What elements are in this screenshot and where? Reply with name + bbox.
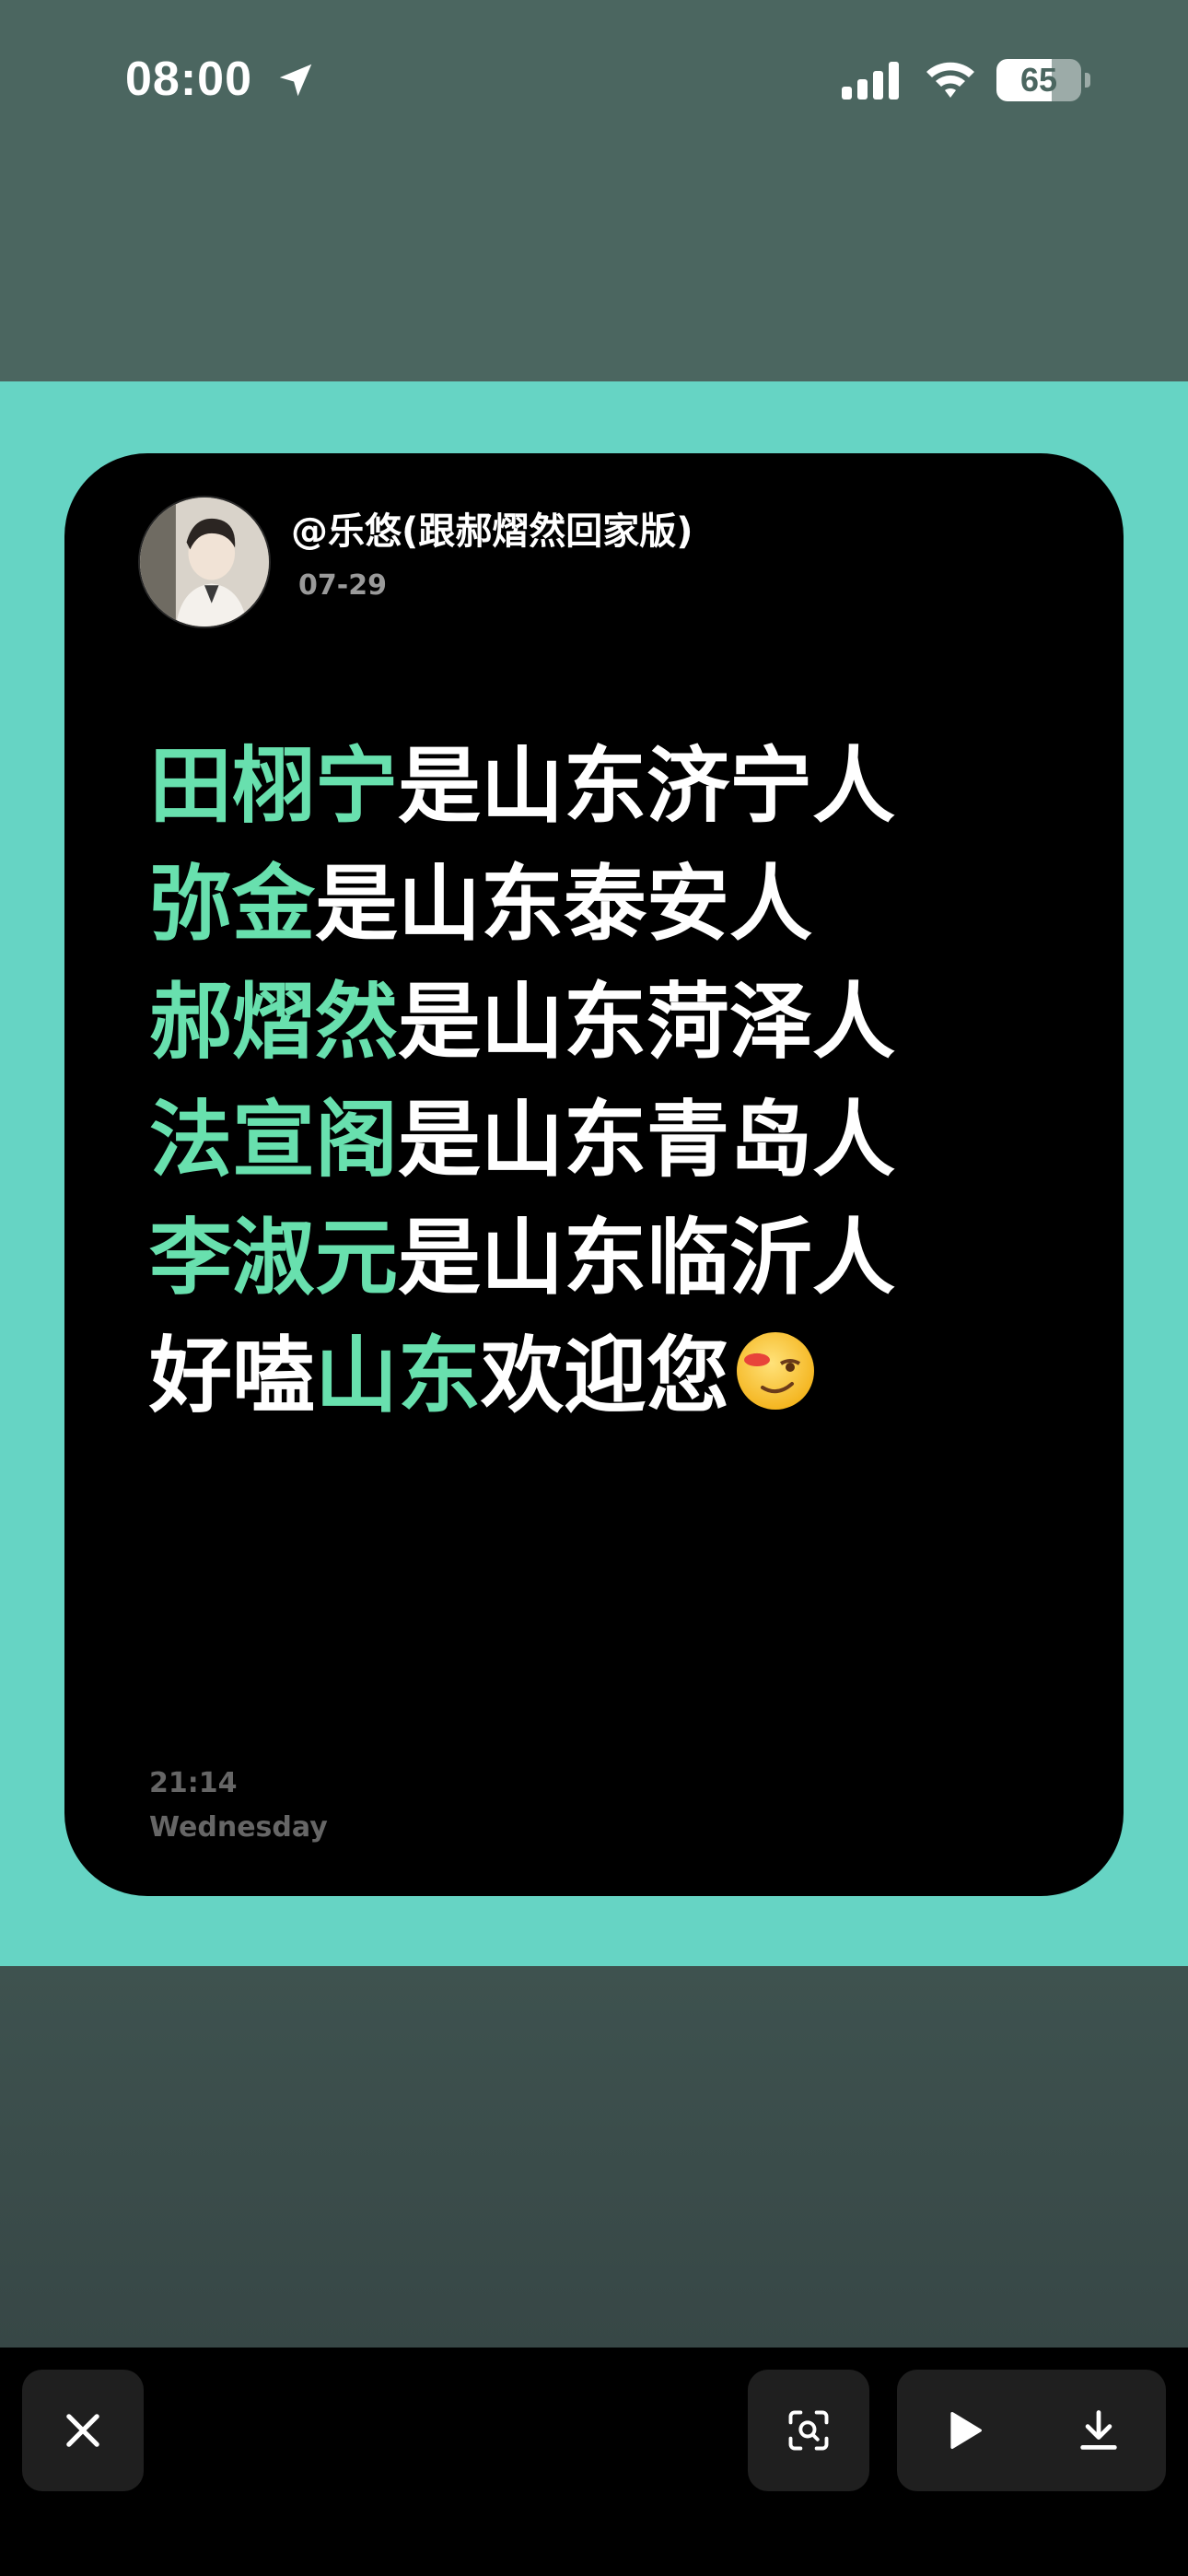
status-time: 08:00 bbox=[125, 53, 252, 106]
line-rest: 是山东菏泽人 bbox=[398, 974, 895, 1071]
highlight-name: 郝熠然 bbox=[149, 974, 398, 1071]
text-line: 田栩宁是山东济宁人 bbox=[149, 728, 895, 846]
bottom-toolbar bbox=[0, 2348, 1188, 2576]
battery-icon: 65 bbox=[996, 59, 1081, 101]
username: @乐悠(跟郝熠然回家版) bbox=[291, 510, 693, 553]
image-viewer[interactable]: @乐悠(跟郝熠然回家版) 07-29 田栩宁是山东济宁人 弥金是山东泰安人 郝熠… bbox=[0, 381, 1188, 1966]
line-rest: 是山东济宁人 bbox=[398, 738, 895, 835]
text-line: 郝熠然是山东菏泽人 bbox=[149, 964, 895, 1082]
post-text: 田栩宁是山东济宁人 弥金是山东泰安人 郝熠然是山东菏泽人 法宣阁是山东青岛人 李… bbox=[149, 728, 895, 1435]
play-icon[interactable] bbox=[940, 2406, 988, 2454]
text-line: 李淑元是山东临沂人 bbox=[149, 1200, 895, 1317]
highlight-name: 弥金 bbox=[149, 856, 315, 953]
highlight-place: 山东 bbox=[315, 1328, 481, 1424]
card-weekday: Wednesday bbox=[149, 1811, 328, 1844]
wifi-icon bbox=[926, 62, 974, 98]
line-rest: 是山东青岛人 bbox=[398, 1092, 895, 1188]
post-card: @乐悠(跟郝熠然回家版) 07-29 田栩宁是山东济宁人 弥金是山东泰安人 郝熠… bbox=[64, 453, 1124, 1896]
highlight-name: 李淑元 bbox=[149, 1210, 398, 1306]
battery-tip bbox=[1085, 73, 1090, 88]
location-arrow-icon bbox=[279, 64, 312, 97]
battery-level: 65 bbox=[1019, 61, 1058, 99]
line-post: 欢迎您 bbox=[481, 1328, 729, 1424]
close-button[interactable] bbox=[22, 2370, 144, 2491]
text-line: 弥金是山东泰安人 bbox=[149, 846, 895, 964]
status-bar: 08:00 65 bbox=[0, 0, 1188, 157]
media-actions bbox=[897, 2370, 1166, 2491]
card-time: 21:14 bbox=[149, 1767, 238, 1799]
winking-face-emoji-icon bbox=[737, 1332, 814, 1410]
visual-lookup-button[interactable] bbox=[748, 2370, 869, 2491]
visual-lookup-icon bbox=[788, 2410, 829, 2451]
post-date: 07-29 bbox=[298, 569, 387, 602]
cellular-signal-icon bbox=[842, 62, 899, 100]
text-line: 法宣阁是山东青岛人 bbox=[149, 1082, 895, 1200]
highlight-name: 法宣阁 bbox=[149, 1092, 398, 1188]
text-line: 好嗑山东欢迎您 bbox=[149, 1317, 895, 1435]
line-rest: 是山东泰安人 bbox=[315, 856, 812, 953]
line-pre: 好嗑 bbox=[149, 1328, 315, 1424]
line-rest: 是山东临沂人 bbox=[398, 1210, 895, 1306]
avatar-portrait-icon bbox=[140, 498, 269, 626]
avatar bbox=[138, 496, 271, 628]
close-icon bbox=[66, 2414, 99, 2447]
highlight-name: 田栩宁 bbox=[149, 738, 398, 835]
bottom-background bbox=[0, 1966, 1188, 2348]
download-icon[interactable] bbox=[1075, 2406, 1123, 2454]
